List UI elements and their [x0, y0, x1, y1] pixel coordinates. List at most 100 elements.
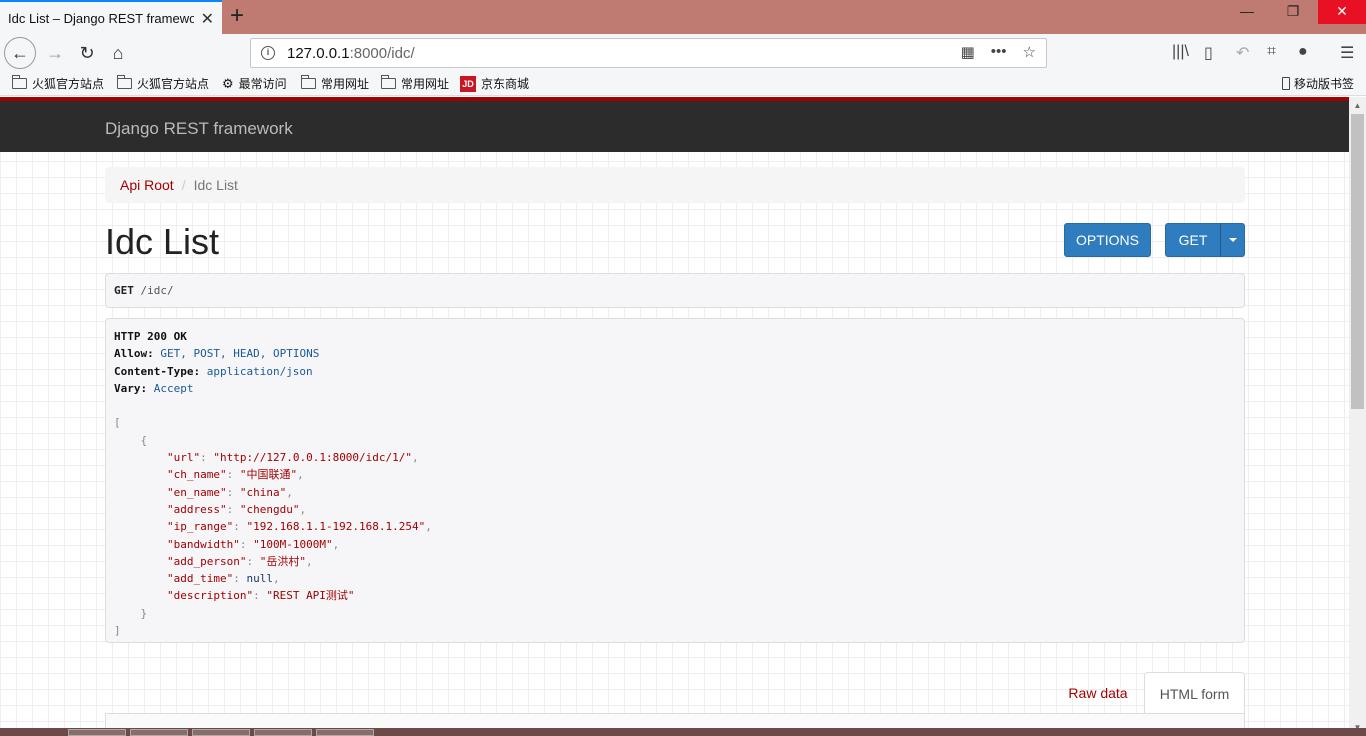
response-header: Allow: GET, POST, HEAD, OPTIONS	[114, 347, 320, 361]
url-path: :8000/idc/	[349, 44, 415, 62]
json-key: "ch_name"	[166, 468, 227, 482]
json-key: "add_time"	[166, 572, 234, 586]
json-field: "en_name": "china",	[166, 485, 293, 499]
json-field: "description": "REST API测试"	[166, 589, 355, 603]
library-icon[interactable]: |||\	[1172, 43, 1189, 61]
tab-raw-data[interactable]: Raw data	[1060, 673, 1136, 713]
json-value: "岳洪村"	[259, 554, 306, 568]
chevron-down-icon	[1228, 238, 1237, 242]
get-button[interactable]: GET	[1165, 223, 1221, 257]
json-field: "ch_name": "中国联通",	[166, 468, 304, 482]
close-window-icon[interactable]: ✕	[1318, 0, 1366, 24]
reload-icon[interactable]: ↻	[72, 38, 102, 68]
bookmark-item[interactable]: 火狐官方站点	[11, 75, 104, 92]
request-info: GET /idc/	[105, 273, 1245, 308]
bookmark-item[interactable]: ⚙ 最常访问	[222, 75, 287, 92]
bookmarks-toolbar: 火狐官方站点 火狐官方站点 ⚙ 最常访问 常用网址 常用网址 JD 京东商城 移动版…	[0, 72, 1366, 96]
mobile-bookmarks[interactable]: 移动版书签	[1281, 75, 1354, 92]
json-field: "bandwidth": "100M-1000M",	[166, 537, 340, 551]
vertical-scrollbar[interactable]: ▲ ▼	[1349, 97, 1366, 736]
qr-code-icon[interactable]: ▦	[961, 43, 975, 61]
brand-link[interactable]: Django REST framework	[105, 119, 293, 139]
json-value: "100M-1000M"	[253, 537, 333, 551]
json-close-bracket: ]	[114, 624, 121, 638]
folder-icon	[116, 75, 132, 89]
request-path: /idc/	[140, 284, 174, 297]
json-field: "address": "chengdu",	[166, 502, 307, 516]
json-value: "REST API测试"	[266, 589, 355, 603]
scrollbar-thumb[interactable]	[1351, 114, 1364, 409]
os-taskbar	[0, 728, 1366, 736]
folder-icon	[380, 75, 396, 89]
json-value: "192.168.1.1-192.168.1.254"	[246, 520, 426, 534]
close-tab-icon[interactable]: ✕	[201, 9, 214, 29]
url-bar[interactable]: i 127.0.0.1:8000/idc/ ▦ ••• ☆	[250, 38, 1047, 68]
json-value: "http://127.0.0.1:8000/idc/1/"	[213, 451, 413, 465]
sidebar-icon[interactable]: ▯	[1204, 43, 1213, 63]
folder-icon	[11, 75, 27, 89]
response-header: Content-Type: application/json	[114, 364, 313, 378]
response-status: HTTP 200 OK	[114, 330, 187, 343]
breadcrumb-api-root[interactable]: Api Root	[120, 177, 174, 193]
json-key: "en_name"	[166, 485, 227, 499]
json-field: "url": "http://127.0.0.1:8000/idc/1/",	[166, 451, 419, 465]
json-open-bracket: [	[114, 416, 121, 430]
bookmark-star-icon[interactable]: ☆	[1023, 43, 1036, 61]
taskbar-item[interactable]	[254, 729, 312, 736]
page-actions-icon[interactable]: •••	[991, 43, 1007, 61]
json-key: "url"	[166, 451, 201, 465]
taskbar-item[interactable]	[316, 729, 374, 736]
screenshot-icon[interactable]: ⌗	[1267, 43, 1276, 61]
jd-logo-icon: JD	[460, 75, 476, 92]
json-value: "中国联通"	[239, 468, 298, 482]
tab-html-form[interactable]: HTML form	[1144, 672, 1245, 714]
forward-icon[interactable]: →	[40, 38, 70, 68]
taskbar-item[interactable]	[192, 729, 250, 736]
navigation-toolbar: ← → ↻ ⌂ i 127.0.0.1:8000/idc/ ▦ ••• ☆ ||…	[0, 34, 1366, 72]
get-format-dropdown[interactable]	[1220, 223, 1245, 257]
phone-icon	[1281, 77, 1290, 90]
minimize-window-icon[interactable]: —	[1224, 0, 1270, 24]
json-open-brace: {	[140, 433, 148, 447]
json-value: "chengdu"	[239, 502, 300, 516]
bookmark-item[interactable]: 常用网址	[300, 75, 369, 92]
json-key: "ip_range"	[166, 520, 234, 534]
response-header: Vary: Accept	[114, 381, 194, 395]
page-title: Idc List	[105, 221, 220, 262]
chat-icon[interactable]: ●	[1298, 43, 1308, 61]
json-field: "add_person": "岳洪村",	[166, 554, 313, 568]
new-tab-button[interactable]: +	[230, 3, 244, 29]
url-host: 127.0.0.1	[287, 44, 350, 62]
breadcrumb-separator: /	[181, 177, 186, 193]
tab-title: Idc List – Django REST framewor	[8, 10, 194, 26]
browser-tab-strip: Idc List – Django REST framewor ✕ + — ❐ …	[0, 0, 1366, 34]
site-info-icon[interactable]: i	[261, 46, 275, 60]
undo-icon[interactable]: ↶	[1236, 43, 1249, 63]
page-viewport: Django REST framework Api Root / Idc Lis…	[0, 97, 1349, 736]
json-key: "add_person"	[166, 554, 247, 568]
bookmark-item[interactable]: JD 京东商城	[460, 75, 529, 92]
bookmark-item[interactable]: 常用网址	[380, 75, 449, 92]
json-key: "description"	[166, 589, 254, 603]
json-field: "add_time": null,	[166, 572, 280, 586]
response-info: HTTP 200 OK Allow: GET, POST, HEAD, OPTI…	[105, 318, 1245, 643]
json-key: "bandwidth"	[166, 537, 240, 551]
taskbar-item[interactable]	[68, 729, 126, 736]
json-field: "ip_range": "192.168.1.1-192.168.1.254",	[166, 520, 432, 534]
maximize-window-icon[interactable]: ❐	[1270, 0, 1316, 24]
json-close-brace: }	[140, 606, 148, 620]
bookmark-item[interactable]: 火狐官方站点	[116, 75, 209, 92]
back-icon[interactable]: ←	[4, 37, 36, 69]
scroll-up-icon[interactable]: ▲	[1349, 97, 1366, 114]
browser-tab-active[interactable]: Idc List – Django REST framewor ✕	[0, 0, 222, 34]
options-button[interactable]: OPTIONS	[1064, 223, 1151, 257]
home-icon[interactable]: ⌂	[103, 38, 133, 68]
menu-icon[interactable]: ☰	[1340, 43, 1354, 63]
folder-icon	[300, 75, 316, 89]
drf-navbar: Django REST framework	[0, 97, 1349, 152]
breadcrumb: Api Root / Idc List	[105, 167, 1245, 203]
json-fields: "url": "http://127.0.0.1:8000/idc/1/", "…	[114, 449, 1236, 605]
json-value: null	[246, 572, 273, 586]
request-method: GET	[114, 284, 134, 297]
taskbar-item[interactable]	[130, 729, 188, 736]
